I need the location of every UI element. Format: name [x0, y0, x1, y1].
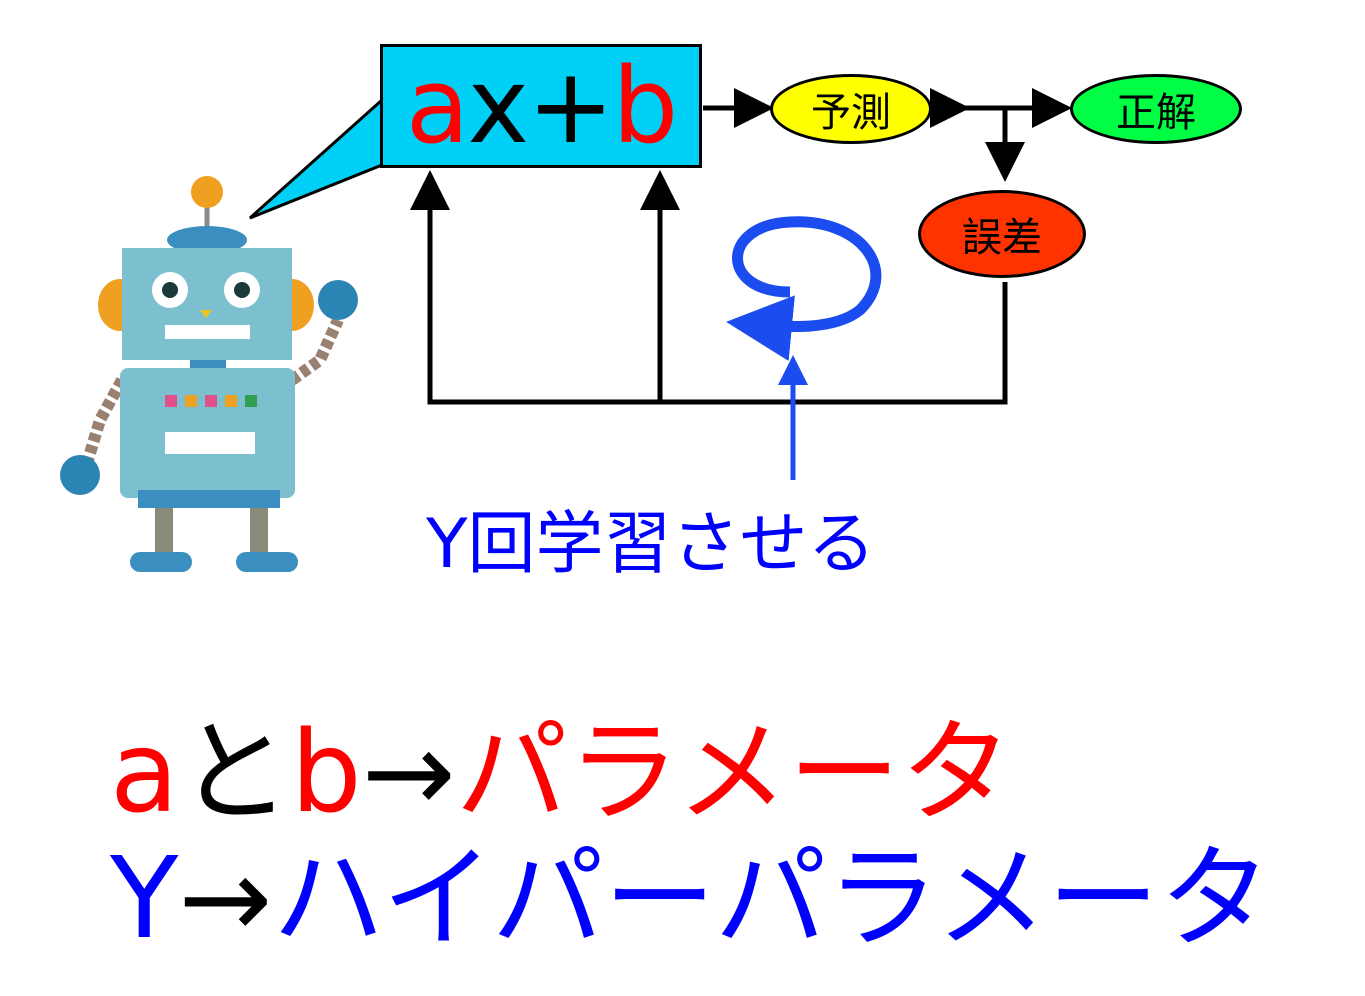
hyper-arrow: → — [178, 834, 273, 964]
formula-a: a — [405, 45, 470, 167]
param-b: b — [290, 708, 362, 838]
formula-plus: + — [527, 45, 614, 167]
loop-label: Y回学習させる — [426, 505, 876, 584]
error-node: 誤差 — [918, 190, 1086, 278]
parameter-line: aとb→パラメータ — [110, 711, 1012, 835]
loop-arrow-icon — [726, 216, 882, 362]
prediction-node: 予測 — [770, 74, 932, 144]
robot-illustration — [60, 176, 358, 572]
param-term: パラメータ — [455, 708, 1013, 838]
correct-node: 正解 — [1070, 74, 1242, 144]
hyperparameter-line: Y→ハイパーパラメータ — [110, 837, 1271, 961]
speech-bubble-tail — [249, 96, 384, 220]
formula-x: x — [467, 45, 530, 167]
param-a: a — [110, 708, 179, 838]
hyper-y: Y — [110, 834, 179, 964]
feedback-line — [410, 170, 1008, 405]
param-and: と — [178, 708, 291, 838]
formula-box: a x + b — [380, 44, 702, 168]
hyper-term: ハイパーパラメータ — [272, 834, 1272, 964]
param-arrow: → — [361, 708, 456, 838]
formula-b: b — [612, 45, 678, 167]
